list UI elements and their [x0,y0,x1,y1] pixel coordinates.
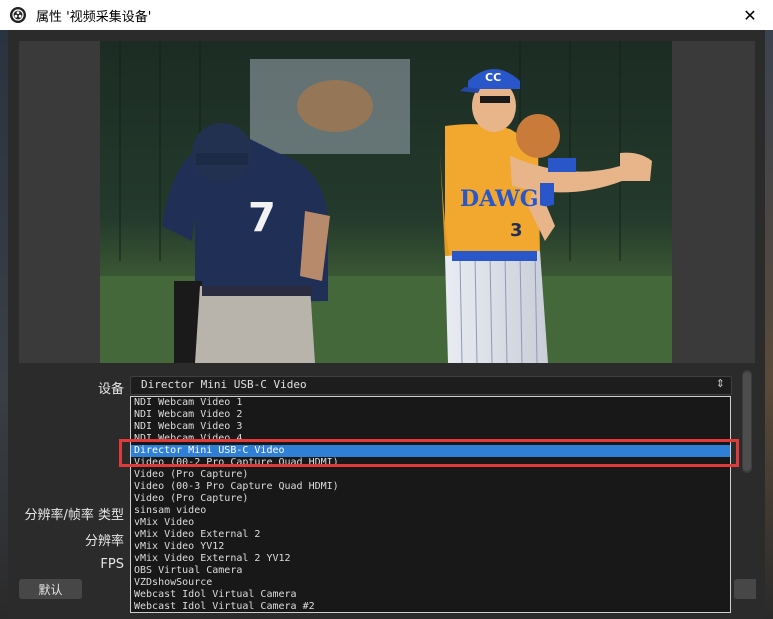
device-dropdown-list[interactable]: NDI Webcam Video 1 NDI Webcam Video 2 ND… [130,396,731,613]
dropdown-option[interactable]: vMix Video External 2 [131,529,730,541]
left-player-number: 7 [248,195,276,241]
right-player-number: 3 [510,220,523,241]
dropdown-option[interactable]: Webcast Idol Virtual Camera [131,589,730,601]
dropdown-option[interactable]: VZDshowSource [131,577,730,589]
background-right-edge [765,30,773,619]
resolution-fps-type-label: 分辨率/帧率 类型 [24,508,124,523]
dropdown-option[interactable]: Video (00-3 Pro Capture Quad HDMI) [131,481,730,493]
dropdown-option[interactable]: NDI Webcam Video 2 [131,409,730,421]
dropdown-option[interactable]: sinsam video [131,505,730,517]
defaults-button[interactable]: 默认 [19,579,82,599]
jersey-text: DAWGS [460,186,554,212]
dropdown-option[interactable]: vMix Video [131,517,730,529]
dropdown-option[interactable]: NDI Webcam Video 3 [131,421,730,433]
fps-label: FPS [100,557,124,572]
preview-panel: 7 CC DAWGS 3 [19,41,755,363]
dropdown-option[interactable]: vMix Video YV12 [131,541,730,553]
video-preview: 7 CC DAWGS 3 [100,41,672,363]
scrollbar-thumb[interactable] [743,372,751,471]
preview-image: 7 CC DAWGS 3 [100,41,672,363]
dropdown-option[interactable]: Video (Pro Capture) [131,469,730,481]
properties-content: 7 CC DAWGS 3 设备 分辨率/帧率 类型 分辨率 FPS Direct… [8,30,765,619]
dropdown-option[interactable]: vMix Video External 2 YV12 [131,553,730,565]
close-button[interactable]: ✕ [727,0,773,30]
resolution-label: 分辨率 [84,534,124,549]
cap-logo: CC [485,71,501,84]
dropdown-option[interactable]: OBS Virtual Camera [131,565,730,577]
device-label: 设备 [97,382,124,397]
device-select-value: Director Mini USB-C Video [141,378,307,391]
updown-chevron-icon: ⇕ [715,377,725,390]
ok-button-partial[interactable] [734,579,756,599]
dropdown-option[interactable]: Video (Pro Capture) [131,493,730,505]
close-icon: ✕ [743,5,757,25]
dropdown-option[interactable]: NDI Webcam Video 1 [131,397,730,409]
dropdown-option[interactable]: Webcast Idol Virtual Camera #2 [131,601,730,612]
device-select[interactable]: Director Mini USB-C Video ⇕ [130,376,732,395]
window-title: 属性 '视频采集设备' [36,9,152,25]
obs-logo-icon [10,7,26,23]
vertical-scrollbar[interactable] [742,370,752,473]
title-bar: 属性 '视频采集设备' ✕ [0,0,773,30]
background-left-edge [0,30,8,619]
highlight-annotation-box [119,439,739,467]
